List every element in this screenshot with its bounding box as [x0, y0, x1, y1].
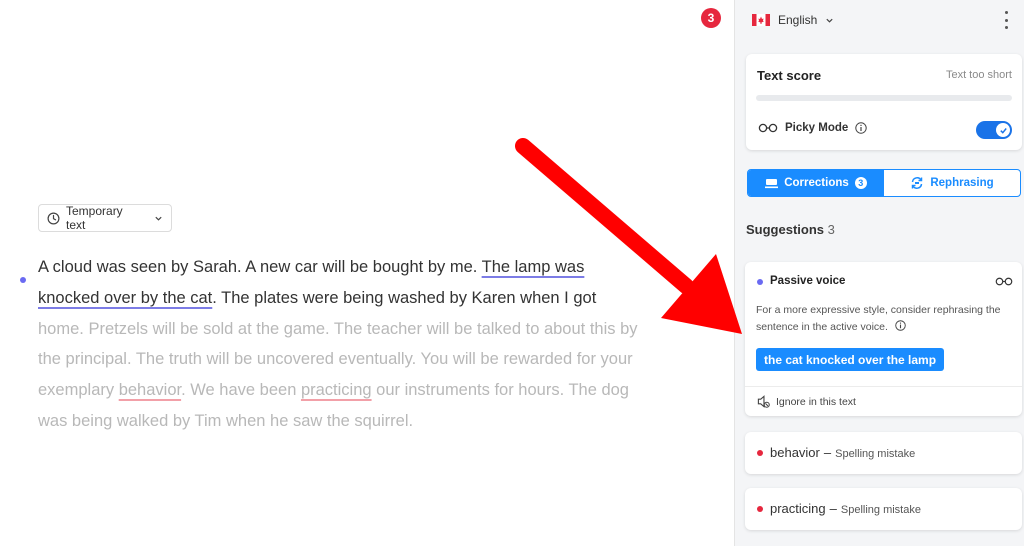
spelling-type: Spelling mistake [835, 448, 916, 460]
corrections-count-badge: 3 [854, 177, 867, 189]
tab-rephrasing[interactable]: Rephrasing [884, 170, 1020, 196]
more-options-icon[interactable] [1003, 11, 1009, 29]
ignore-button[interactable]: Ignore in this text [757, 395, 856, 408]
temporary-text-button[interactable]: Temporary text [38, 204, 172, 232]
language-selector[interactable]: English [752, 11, 834, 29]
spelling-card-text: practicing – Spelling mistake [770, 501, 921, 516]
text-score-title: Text score [757, 68, 822, 83]
picky-mode-row: Picky Mode [758, 122, 867, 134]
passive-voice-card[interactable]: Passive voice For a more expressive styl… [745, 262, 1022, 416]
text-score-status: Text too short [945, 69, 1012, 81]
mode-tabs: Corrections 3 Rephrasing [747, 169, 1021, 197]
passive-voice-description: For a more expressive style, consider re… [756, 302, 1014, 336]
divider [745, 386, 1022, 387]
rephrase-icon [912, 177, 923, 189]
corrections-label: Corrections [784, 177, 849, 189]
spelling-word: practicing [770, 501, 826, 516]
spelling-highlight-behavior[interactable]: behavior [119, 381, 181, 399]
clock-icon [47, 212, 60, 224]
text-segment: A cloud was seen by Sarah. A new car wil… [38, 258, 482, 276]
spelling-dot [757, 450, 763, 456]
language-label: English [778, 13, 818, 27]
passive-voice-dot [757, 279, 763, 285]
suggestions-heading-label: Suggestions [746, 222, 825, 237]
suggestions-count: 3 [827, 222, 835, 237]
rephrasing-label: Rephrasing [930, 177, 994, 189]
mute-icon [757, 395, 770, 408]
text-score-bar [756, 95, 1012, 101]
info-icon[interactable] [895, 320, 906, 331]
suggestions-heading: Suggestions 3 [746, 222, 835, 237]
passive-voice-description-text: For a more expressive style, consider re… [756, 304, 1001, 333]
spelling-word: behavior [770, 445, 820, 460]
spelling-card-text: behavior – Spelling mistake [770, 445, 916, 460]
text-editor[interactable]: A cloud was seen by Sarah. A new car wil… [38, 252, 638, 437]
spelling-card-behavior[interactable]: behavior – Spelling mistake [745, 432, 1022, 474]
ignore-label: Ignore in this text [776, 395, 856, 408]
glasses-icon[interactable] [995, 277, 1013, 286]
check-icon [996, 123, 1010, 137]
chevron-down-icon [826, 18, 833, 23]
chevron-down-icon [155, 216, 162, 221]
apply-fix-button[interactable]: the cat knocked over the lamp [756, 348, 945, 371]
text-segment-inactive: . We have been [181, 381, 301, 400]
spelling-highlight-practicing[interactable]: practicing [301, 381, 372, 399]
picky-mode-label: Picky Mode [785, 122, 849, 134]
issue-count-badge: 3 [701, 8, 721, 28]
passive-voice-title: Passive voice [770, 275, 846, 287]
glasses-icon [758, 123, 778, 133]
passive-voice-marker-dot [20, 277, 26, 283]
corrections-icon [765, 178, 779, 188]
spelling-dot [757, 506, 763, 512]
info-icon[interactable] [855, 122, 867, 134]
spelling-card-practicing[interactable]: practicing – Spelling mistake [745, 488, 1022, 530]
tab-corrections[interactable]: Corrections 3 [748, 170, 884, 196]
temporary-text-label: Temporary text [66, 204, 123, 232]
canada-flag-icon [752, 14, 770, 26]
text-score-card: Text score Text too short Picky Mode [746, 54, 1022, 150]
text-segment: . The plates were being washed by Karen … [212, 288, 597, 307]
picky-mode-toggle[interactable] [976, 121, 1012, 139]
spelling-type: Spelling mistake [840, 504, 921, 516]
